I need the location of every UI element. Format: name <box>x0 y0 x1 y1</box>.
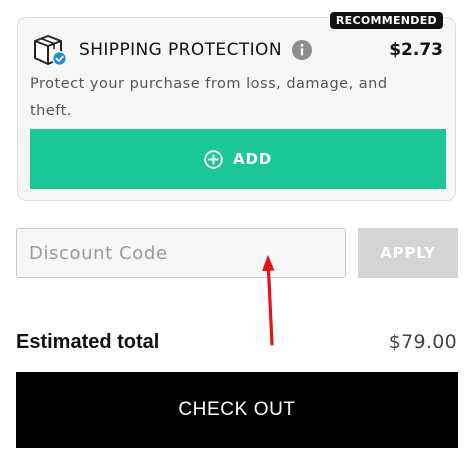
annotation-arrow <box>262 255 275 346</box>
recommended-badge: RECOMMENDED <box>329 12 443 29</box>
add-button-label: ADD <box>233 150 272 168</box>
shipping-protection-description: Protect your purchase from loss, damage,… <box>30 76 388 119</box>
estimated-total-label: Estimated total <box>16 331 160 353</box>
shipping-protection-title: SHIPPING PROTECTION <box>79 40 282 60</box>
info-icon[interactable] <box>291 40 312 60</box>
shipping-protection-header: SHIPPING PROTECTION $2.73 <box>32 33 443 67</box>
plus-circle-icon <box>204 149 223 169</box>
shipping-protection-price: $2.73 <box>389 40 443 60</box>
estimated-total-value: $79.00 <box>388 331 457 353</box>
shipping-box-shield-icon <box>34 35 68 67</box>
apply-discount-button[interactable]: APPLY <box>358 228 458 278</box>
shipping-protection-card: RECOMMENDED SHIPPING PROTECTION $2.73 Pr… <box>17 12 456 201</box>
discount-code-input[interactable] <box>16 228 346 278</box>
add-shipping-protection-button[interactable]: ADD <box>30 129 446 189</box>
checkout-button[interactable]: CHECK OUT <box>16 372 458 448</box>
